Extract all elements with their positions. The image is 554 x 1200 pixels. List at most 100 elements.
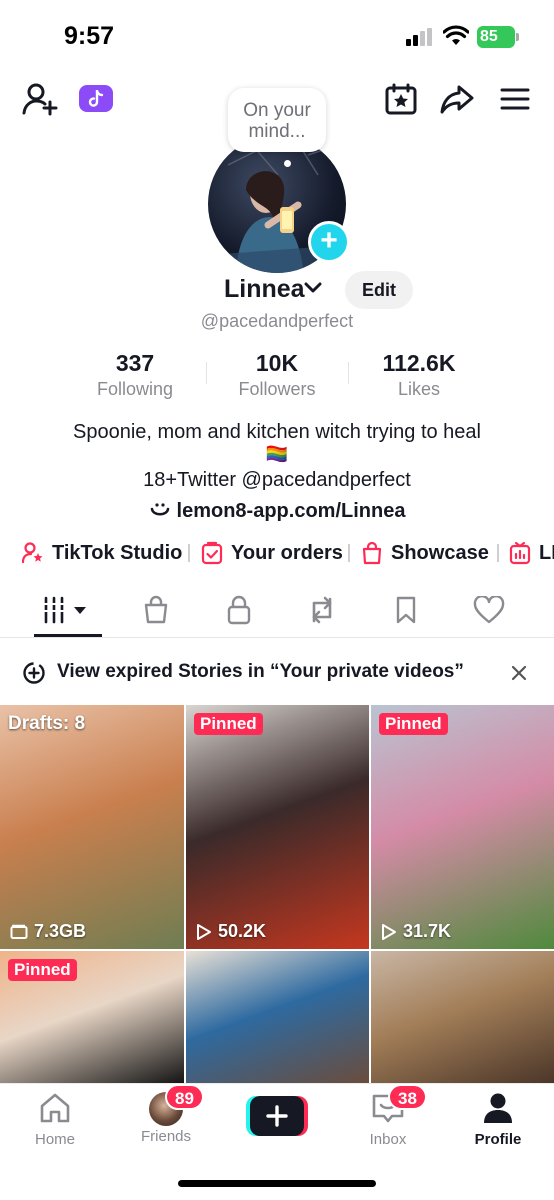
play-icon — [197, 923, 211, 940]
add-person-icon — [22, 83, 58, 116]
shortcut-label: TikTok Studio — [52, 541, 183, 564]
nav-label: Profile — [474, 1131, 522, 1148]
create-button[interactable] — [246, 1096, 308, 1136]
shortcut-label: Showcase — [391, 541, 489, 564]
tab-videos[interactable] — [42, 594, 92, 626]
play-icon — [382, 923, 396, 940]
profile-link[interactable]: lemon8-app.com/Linnea — [0, 500, 554, 523]
close-icon[interactable] — [511, 665, 527, 681]
videos-grid-icon — [42, 596, 86, 624]
shortcut-divider — [348, 544, 350, 562]
story-plus-icon — [23, 662, 45, 684]
nav-label: Home — [34, 1131, 75, 1148]
tab-shop[interactable] — [131, 594, 181, 626]
share-button[interactable] — [438, 81, 476, 117]
analytics-icon — [509, 541, 531, 565]
view-count: 50.2K — [196, 921, 266, 942]
add-friend-button[interactable] — [20, 80, 60, 118]
calendar-star-icon — [385, 83, 417, 115]
drafts-size-text: 7.3GB — [34, 921, 87, 941]
battery-indicator: 85 — [477, 26, 519, 48]
plus-icon — [266, 1105, 288, 1127]
status-bar: 9:57 85 — [0, 0, 554, 70]
stat-following[interactable]: 337 Following — [60, 350, 210, 400]
bio-flag: 🏳️‍🌈 — [265, 444, 289, 464]
menu-button[interactable] — [497, 81, 533, 117]
profile-link-text: lemon8-app.com/Linnea — [176, 500, 406, 522]
view-count: 31.7K — [381, 921, 451, 942]
tab-favorites[interactable] — [381, 594, 431, 626]
pinned-badge: Pinned — [8, 959, 77, 981]
stat-value: 337 — [115, 350, 155, 376]
bookmark-icon — [396, 596, 416, 624]
shortcut-divider — [188, 544, 190, 562]
shortcut-tiktok-studio[interactable]: TikTok Studio — [22, 538, 182, 568]
battery-level: 85 — [480, 28, 498, 45]
nav-label: Friends — [140, 1128, 192, 1145]
tab-reposts[interactable] — [297, 594, 347, 626]
repost-icon — [312, 596, 332, 624]
stat-label: Likes — [397, 379, 441, 399]
tab-private[interactable] — [214, 594, 264, 626]
status-bubble[interactable]: On your mind... — [228, 88, 326, 152]
tab-liked[interactable] — [464, 594, 514, 626]
profile-name[interactable]: Linnea — [224, 275, 305, 304]
chevron-down-icon[interactable] — [304, 281, 322, 295]
pinned-badge: Pinned — [194, 713, 263, 735]
profile-handle: @pacedandperfect — [200, 311, 354, 331]
video-thumbnail[interactable]: Pinned 50.2K — [186, 705, 369, 949]
pinned-badge: Pinned — [379, 713, 448, 735]
shortcut-label: LI — [539, 541, 554, 564]
video-thumbnail-drafts[interactable]: Drafts: 8 7.3GB — [0, 705, 184, 949]
video-grid: Drafts: 8 7.3GB Pinned 50.2K Pinned 31.7… — [0, 705, 554, 1085]
shortcut-your-orders[interactable]: Your orders — [201, 538, 343, 568]
video-thumbnail[interactable] — [371, 951, 554, 1085]
nav-label: Inbox — [369, 1131, 407, 1148]
expired-stories-banner[interactable]: View expired Stories in “Your private vi… — [0, 652, 554, 692]
inbox-badge: 38 — [388, 1084, 427, 1110]
bio-line: 18+Twitter @pacedandperfect — [143, 469, 411, 491]
heart-icon — [473, 596, 505, 624]
bio-line: Spoonie, mom and kitchen witch trying to… — [73, 421, 481, 443]
drafts-label: Drafts: 8 — [8, 713, 86, 734]
bubble-tail — [284, 160, 291, 167]
stat-followers[interactable]: 10K Followers — [202, 350, 352, 400]
home-icon — [40, 1093, 70, 1123]
shopping-bag-icon — [362, 541, 382, 565]
lemon8-link-icon — [150, 503, 169, 516]
video-thumbnail[interactable]: Pinned 31.7K — [371, 705, 554, 949]
nav-home[interactable]: Home — [10, 1092, 100, 1148]
friends-badge: 89 — [165, 1084, 204, 1110]
calendar-star-button[interactable] — [383, 81, 419, 117]
nav-profile[interactable]: Profile — [453, 1092, 543, 1148]
tiktok-now-button[interactable] — [79, 85, 113, 112]
stat-label: Followers — [238, 379, 316, 399]
shop-bag-icon — [144, 595, 168, 624]
person-star-icon — [22, 542, 43, 564]
stat-value: 10K — [255, 350, 299, 376]
profile-tabs — [0, 586, 554, 638]
video-thumbnail[interactable]: Pinned — [0, 951, 184, 1085]
stat-value: 112.6K — [382, 350, 456, 376]
shortcut-divider — [497, 544, 499, 562]
stories-banner-text: View expired Stories in “Your private vi… — [57, 661, 464, 682]
drafts-size: 7.3GB — [10, 921, 86, 942]
video-thumbnail[interactable] — [186, 951, 369, 1085]
name-row: Linnea — [0, 273, 554, 309]
stat-label: Following — [96, 379, 174, 399]
stat-likes[interactable]: 112.6K Likes — [344, 350, 494, 400]
view-count-text: 50.2K — [218, 921, 267, 941]
shortcut-showcase[interactable]: Showcase — [361, 538, 489, 568]
share-arrow-icon — [440, 85, 474, 114]
home-indicator — [178, 1180, 376, 1187]
shortcut-label: Your orders — [231, 541, 343, 564]
add-story-button[interactable]: + — [308, 221, 350, 263]
wifi-icon — [443, 25, 469, 45]
shortcut-live[interactable]: LI — [509, 538, 554, 568]
folder-icon — [10, 924, 28, 939]
order-check-icon — [201, 541, 223, 565]
lock-icon — [227, 595, 251, 625]
profile-person-icon — [484, 1093, 512, 1123]
status-time: 9:57 — [64, 22, 115, 50]
edit-profile-button[interactable]: Edit — [345, 271, 413, 309]
